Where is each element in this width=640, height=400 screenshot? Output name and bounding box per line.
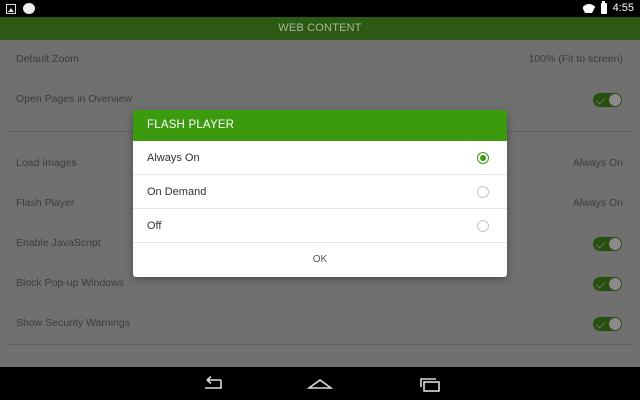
divider — [8, 344, 632, 345]
home-icon[interactable] — [306, 375, 334, 393]
option-label: Off — [147, 220, 162, 232]
dialog-title: FLASH PLAYER — [133, 110, 507, 141]
setting-security-warnings[interactable]: Show Security Warnings — [0, 304, 640, 344]
setting-label: Block Pop-up Windows — [16, 277, 124, 289]
setting-value: Always On — [572, 157, 623, 169]
setting-value: Always On — [572, 197, 623, 209]
option-label: Always On — [147, 152, 200, 164]
toggle-switch[interactable] — [593, 277, 622, 291]
flash-player-dialog: FLASH PLAYER Always On On Demand Off OK — [133, 110, 507, 277]
setting-label: Show Security Warnings — [16, 317, 130, 329]
option-off[interactable]: Off — [133, 209, 507, 243]
page-title: WEB CONTENT — [0, 17, 640, 40]
battery-icon — [600, 0, 607, 14]
recents-icon[interactable] — [417, 375, 443, 393]
image-notification-icon — [6, 3, 16, 14]
wifi-icon — [583, 3, 595, 13]
back-icon[interactable] — [199, 375, 225, 393]
option-always-on[interactable]: Always On — [133, 141, 507, 175]
ok-button[interactable]: OK — [133, 243, 507, 277]
option-label: On Demand — [147, 186, 207, 198]
toggle-switch[interactable] — [593, 93, 622, 107]
toggle-switch[interactable] — [593, 317, 622, 331]
status-bar: 4:55 — [0, 0, 640, 17]
setting-value: 100% (Fit to screen) — [528, 53, 623, 65]
toggle-switch[interactable] — [593, 237, 622, 251]
setting-label: Enable JavaScript — [16, 237, 101, 249]
clock: 4:55 — [612, 2, 634, 14]
setting-label: Open Pages in Overview — [16, 93, 133, 105]
radio-button[interactable] — [477, 220, 489, 232]
radio-button-selected[interactable] — [477, 152, 489, 164]
app-notification-icon — [23, 3, 35, 14]
navigation-bar — [0, 367, 640, 400]
setting-label: Default Zoom — [16, 53, 80, 65]
setting-label: Load Images — [16, 157, 77, 169]
setting-default-zoom[interactable]: Default Zoom 100% (Fit to screen) — [0, 40, 640, 80]
option-on-demand[interactable]: On Demand — [133, 175, 507, 209]
radio-button[interactable] — [477, 186, 489, 198]
setting-label: Flash Player — [16, 197, 75, 209]
